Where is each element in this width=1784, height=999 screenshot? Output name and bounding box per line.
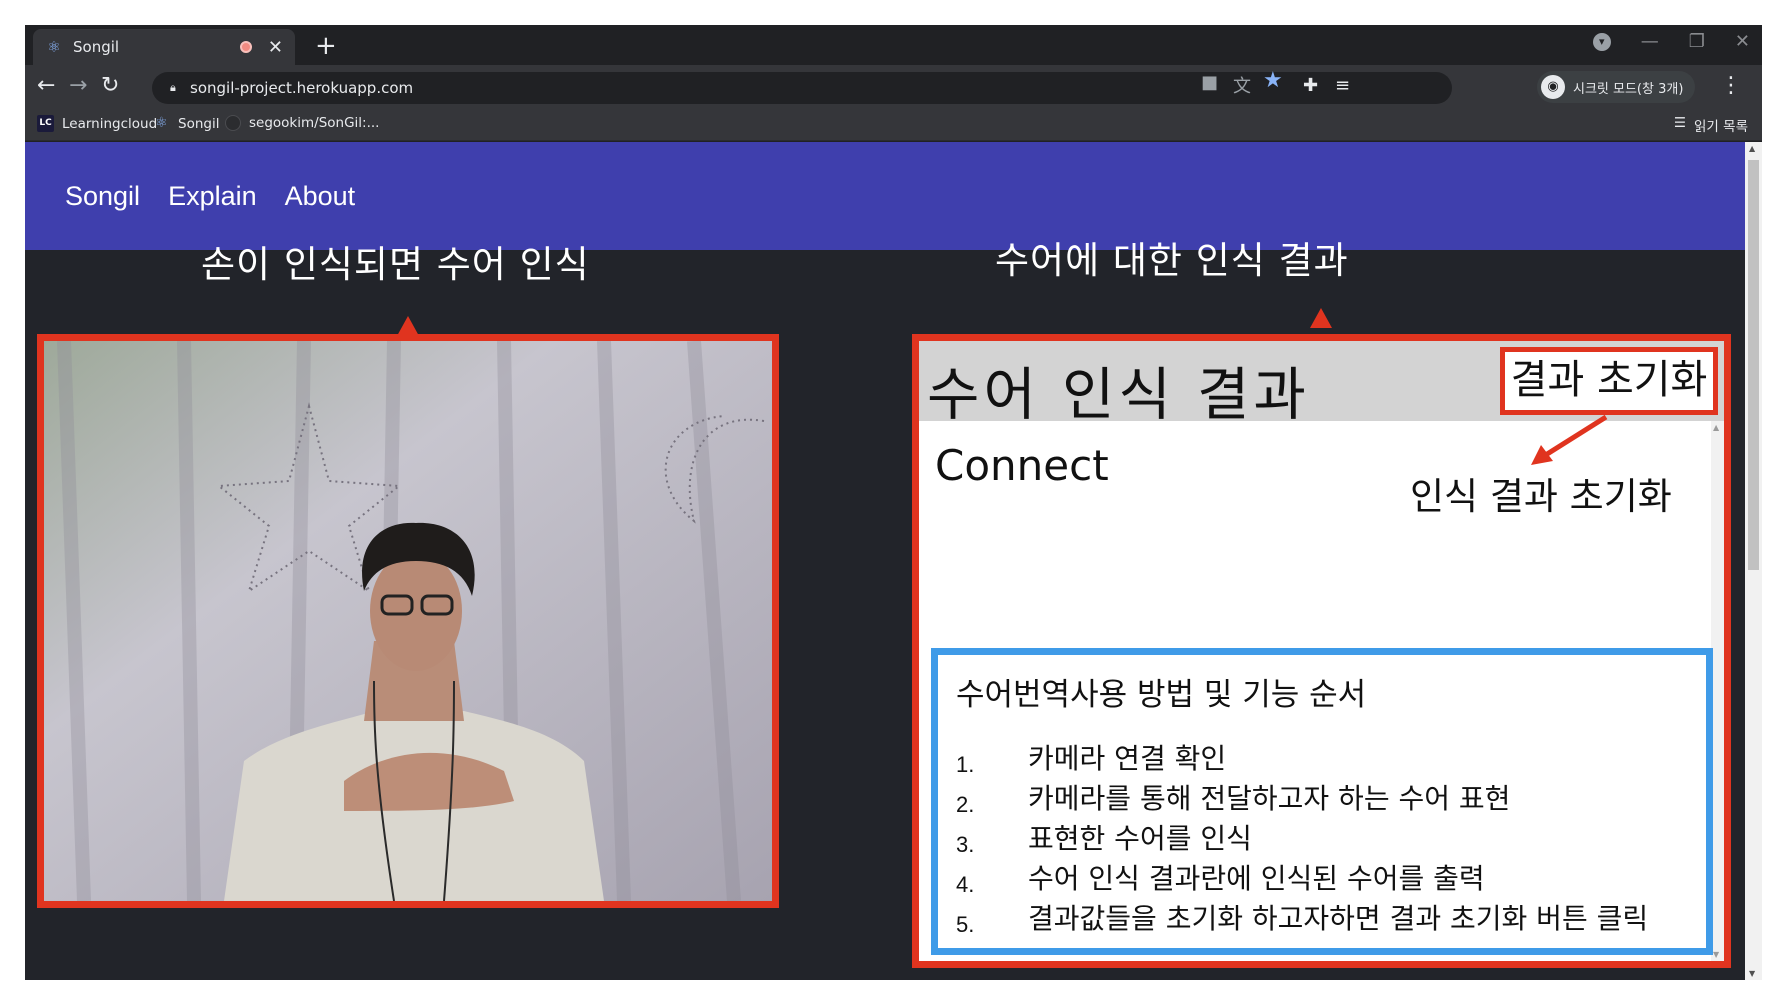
- reading-list-label: 읽기 목록: [1694, 119, 1748, 135]
- scroll-up-icon[interactable]: ▲: [1713, 423, 1719, 432]
- step-text: 수어 인식 결과란에 인식된 수어를 출력: [1028, 862, 1485, 895]
- bookmark-label: Learningcloud: [62, 115, 158, 132]
- window-controls: ▾ — ❐ ✕: [1592, 31, 1750, 52]
- step-text: 결과값들을 초기화 하고자하면 결과 초기화 버튼 클릭: [1028, 902, 1649, 935]
- reload-icon[interactable]: ↻: [101, 73, 119, 99]
- annotation-right: 수어에 대한 인식 결과: [995, 239, 1349, 282]
- webcam-video: [37, 334, 779, 908]
- translate-icon[interactable]: 文: [1233, 72, 1251, 98]
- webcam-frame: [44, 341, 772, 901]
- close-window-icon[interactable]: ✕: [1735, 31, 1750, 52]
- browser-toolbar: ← → ↻ 🔒︎ songil-project.herokuapp.com ■ …: [25, 65, 1762, 109]
- step-text: 카메라를 통해 전달하고자 하는 수어 표현: [1028, 782, 1511, 815]
- guide-step: 1. 카메라 연결 확인: [956, 742, 1706, 782]
- bookmark-songil[interactable]: ⚛ Songil: [153, 115, 219, 132]
- guide-title: 수어번역사용 방법 및 기능 순서: [956, 677, 1367, 713]
- page-scrollbar[interactable]: ▲ ▼: [1745, 142, 1762, 980]
- restore-icon[interactable]: ❐: [1689, 31, 1705, 52]
- nav-about[interactable]: About: [285, 181, 356, 212]
- annotation-arrow-reset: [1531, 414, 1608, 465]
- github-icon: [225, 115, 241, 131]
- recognition-result-panel: 수어 인식 결과 결과 초기화 Connect 인식 결과 초기화 ▲ ▼ 수어…: [912, 334, 1731, 968]
- guide-step: 3. 표현한 수어를 인식: [956, 822, 1706, 862]
- step-number: 1.: [956, 752, 975, 777]
- tab-search-icon[interactable]: ▾: [1592, 32, 1611, 51]
- tab-title: Songil: [73, 38, 120, 56]
- guide-step: 2. 카메라를 통해 전달하고자 하는 수어 표현: [956, 782, 1706, 822]
- bookmark-label: Songil: [178, 115, 220, 132]
- minimize-icon[interactable]: —: [1641, 31, 1659, 52]
- react-icon: ⚛: [47, 38, 61, 56]
- media-queue-icon[interactable]: ≡: [1335, 75, 1350, 96]
- scrollbar-thumb[interactable]: [1748, 160, 1759, 570]
- extensions-icon[interactable]: ✚: [1303, 75, 1318, 96]
- guide-step: 5. 결과값들을 초기화 하고자하면 결과 초기화 버튼 클릭: [956, 902, 1706, 942]
- scroll-down-icon[interactable]: ▼: [1713, 950, 1719, 959]
- bookmark-learningcloud[interactable]: LC Learningcloud: [37, 115, 157, 132]
- profile-label: 시크릿 모드(창 3개): [1573, 81, 1684, 97]
- browser-window: ⚛ Songil ✕ + ▾ — ❐ ✕ ← → ↻ 🔒︎ songil-pro…: [25, 25, 1762, 980]
- annotation-arrow-right: [1310, 308, 1332, 328]
- annotation-arrow-left: [397, 316, 419, 336]
- tab-close-icon[interactable]: ✕: [268, 37, 283, 58]
- reading-list-button[interactable]: ☰ 읽기 목록: [1674, 115, 1748, 135]
- lock-icon: 🔒︎: [170, 81, 176, 94]
- browser-tab[interactable]: ⚛ Songil ✕: [33, 29, 295, 65]
- camera-icon[interactable]: ■: [1201, 72, 1218, 93]
- recording-icon: [239, 41, 252, 53]
- address-bar[interactable]: 🔒︎ songil-project.herokuapp.com: [152, 72, 1452, 104]
- step-text: 카메라 연결 확인: [1028, 742, 1227, 775]
- incognito-profile-button[interactable]: ◉ 시크릿 모드(창 3개): [1537, 71, 1696, 103]
- page-viewport: Songil Explain About ▲ ▼ 손이 인식되면 수어 인식 수…: [25, 142, 1762, 980]
- scroll-up-icon[interactable]: ▲: [1749, 144, 1755, 153]
- annotation-left: 손이 인식되면 수어 인식: [201, 243, 590, 286]
- reading-list-icon: ☰: [1673, 115, 1687, 131]
- step-text: 표현한 수어를 인식: [1028, 822, 1252, 855]
- back-icon[interactable]: ←: [37, 73, 55, 99]
- learningcloud-icon: LC: [37, 115, 54, 132]
- step-number: 3.: [956, 832, 975, 857]
- bookmark-github[interactable]: segookim/SonGil:...: [225, 115, 379, 131]
- step-number: 2.: [956, 792, 975, 817]
- incognito-icon: ◉: [1541, 75, 1565, 99]
- scroll-down-icon[interactable]: ▼: [1749, 969, 1755, 978]
- nav-explain[interactable]: Explain: [168, 181, 257, 212]
- bookmark-star-icon[interactable]: ★: [1263, 68, 1283, 93]
- step-number: 4.: [956, 872, 975, 897]
- new-tab-button[interactable]: +: [315, 31, 337, 61]
- more-menu-icon[interactable]: ⋮: [1720, 73, 1742, 98]
- nav-brand-songil[interactable]: Songil: [65, 181, 140, 212]
- bookmarks-bar: LC Learningcloud ⚛ Songil segookim/SonGi…: [25, 109, 1762, 141]
- usage-guide: 수어번역사용 방법 및 기능 순서 1. 카메라 연결 확인 2. 카메라를 통…: [931, 648, 1713, 955]
- forward-icon[interactable]: →: [69, 73, 87, 99]
- react-icon: ⚛: [155, 115, 168, 131]
- step-number: 5.: [956, 912, 975, 937]
- bookmark-label: segookim/SonGil:...: [249, 115, 380, 131]
- guide-steps: 1. 카메라 연결 확인 2. 카메라를 통해 전달하고자 하는 수어 표현 3…: [956, 742, 1706, 942]
- guide-step: 4. 수어 인식 결과란에 인식된 수어를 출력: [956, 862, 1706, 902]
- title-bar: ⚛ Songil ✕ + ▾ — ❐ ✕: [25, 25, 1762, 65]
